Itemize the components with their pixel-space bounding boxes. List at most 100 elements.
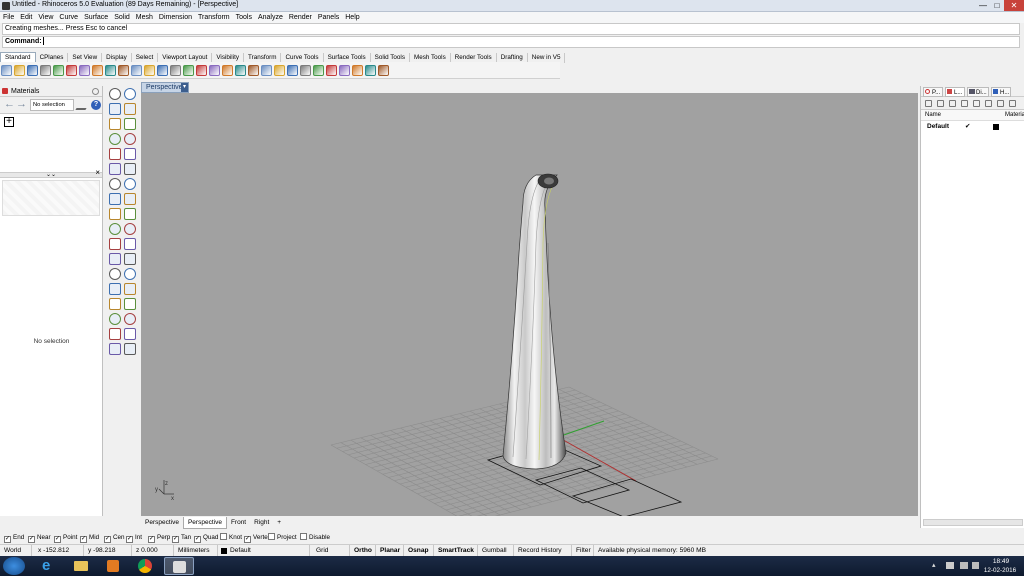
- clock-time[interactable]: 18:49: [984, 558, 1018, 565]
- cplane-icon[interactable]: [209, 65, 220, 76]
- osnap-checkbox[interactable]: ✓: [148, 536, 155, 543]
- osnap-checkbox[interactable]: [300, 533, 307, 540]
- menu-analyze[interactable]: Analyze: [255, 12, 286, 23]
- menu-dimension[interactable]: Dimension: [156, 12, 195, 23]
- zoom-extents-icon[interactable]: [170, 65, 181, 76]
- sphere-icon[interactable]: [124, 178, 136, 190]
- materials-list[interactable]: +: [0, 114, 102, 172]
- osnap-checkbox[interactable]: ✓: [4, 536, 11, 543]
- menu-tools[interactable]: Tools: [233, 12, 255, 23]
- move-icon[interactable]: [109, 253, 121, 265]
- close-preview-icon[interactable]: ×: [95, 169, 100, 177]
- layer-name[interactable]: Default: [927, 121, 949, 132]
- ie-browser-icon[interactable]: e: [36, 557, 62, 575]
- layer-row[interactable]: Default ✔: [921, 121, 1024, 132]
- move-up-icon[interactable]: [961, 100, 968, 107]
- close-button[interactable]: ✕: [1004, 0, 1024, 11]
- sphere-render-icon[interactable]: [326, 65, 337, 76]
- join-icon[interactable]: [109, 223, 121, 235]
- block-icon[interactable]: [124, 313, 136, 325]
- trim-icon[interactable]: [124, 223, 136, 235]
- current-layer-check-icon[interactable]: ✔: [965, 121, 970, 132]
- rotate-obj-icon[interactable]: [109, 268, 121, 280]
- paste-icon[interactable]: [92, 65, 103, 76]
- cylinder-icon[interactable]: [109, 193, 121, 205]
- extrude-icon[interactable]: [124, 163, 136, 175]
- osnap-checkbox[interactable]: ✓: [172, 536, 179, 543]
- osnap-checkbox[interactable]: [220, 533, 227, 540]
- dimension-icon[interactable]: [124, 298, 136, 310]
- twisted-stem-object[interactable]: [502, 174, 567, 470]
- material-selection-field[interactable]: No selection: [30, 99, 74, 111]
- ellipse-icon[interactable]: [124, 118, 136, 130]
- osnap-checkbox[interactable]: ✓: [244, 536, 251, 543]
- osnap-perp[interactable]: ✓ Perp: [148, 533, 170, 543]
- boolean-icon[interactable]: [124, 193, 136, 205]
- set-view-icon[interactable]: [222, 65, 233, 76]
- menu-mesh[interactable]: Mesh: [133, 12, 156, 23]
- new-layer-icon[interactable]: [925, 100, 932, 107]
- import-icon[interactable]: [53, 65, 64, 76]
- move-parent-icon[interactable]: [985, 100, 992, 107]
- osnap-knot[interactable]: Knot: [220, 533, 242, 542]
- rectangle-icon[interactable]: [124, 133, 136, 145]
- check-icon[interactable]: [124, 328, 136, 340]
- viewport-tab-front[interactable]: Front: [227, 517, 250, 528]
- osnap-quad[interactable]: ✓ Quad: [194, 533, 218, 543]
- environment-icon[interactable]: [313, 65, 324, 76]
- fillet-icon[interactable]: [124, 148, 136, 160]
- command-line[interactable]: Command:: [2, 36, 1020, 48]
- menu-curve[interactable]: Curve: [56, 12, 81, 23]
- osnap-disable[interactable]: Disable: [300, 533, 330, 542]
- options-icon[interactable]: [339, 65, 350, 76]
- settings-wrench-icon[interactable]: [75, 101, 91, 110]
- osnap-icon[interactable]: [365, 65, 376, 76]
- osnap-point[interactable]: ✓ Point: [54, 533, 77, 543]
- osnap-checkbox[interactable]: ✓: [28, 536, 35, 543]
- split-icon[interactable]: [109, 238, 121, 250]
- materials-tab[interactable]: Materials: [11, 88, 39, 95]
- new-sublayer-icon[interactable]: [937, 100, 944, 107]
- column-name[interactable]: Name: [925, 110, 941, 121]
- osnap-mid[interactable]: ✓ Mid: [80, 533, 99, 543]
- analyze-icon[interactable]: [109, 328, 121, 340]
- osnap-checkbox[interactable]: ✓: [194, 536, 201, 543]
- perspective-viewport[interactable]: z x y: [141, 93, 918, 524]
- layers-horizontal-scrollbar[interactable]: [923, 519, 1023, 526]
- osnap-tan[interactable]: ✓ Tan: [172, 533, 191, 543]
- circle-icon[interactable]: [109, 118, 121, 130]
- osnap-checkbox[interactable]: ✓: [80, 536, 87, 543]
- viewport-tab-perspective[interactable]: Perspective: [141, 517, 183, 528]
- tray-flag-icon[interactable]: [946, 562, 954, 569]
- viewport-tab-right[interactable]: Right: [250, 517, 273, 528]
- tools-icon[interactable]: [1009, 100, 1016, 107]
- file-explorer-icon[interactable]: [68, 557, 94, 575]
- osnap-checkbox[interactable]: ✓: [54, 536, 61, 543]
- chrome-browser-icon[interactable]: [132, 557, 158, 575]
- arc-icon[interactable]: [109, 133, 121, 145]
- forward-arrow-icon[interactable]: →: [16, 98, 27, 110]
- scale-icon[interactable]: [124, 268, 136, 280]
- point-icon[interactable]: [124, 88, 136, 100]
- osnap-checkbox[interactable]: [268, 533, 275, 540]
- osnap-end[interactable]: ✓ End: [4, 533, 24, 543]
- surface-icon[interactable]: [109, 163, 121, 175]
- pan-icon[interactable]: [118, 65, 129, 76]
- copy-icon[interactable]: [79, 65, 90, 76]
- menu-file[interactable]: File: [0, 12, 17, 23]
- curve-icon[interactable]: [124, 103, 136, 115]
- menu-surface[interactable]: Surface: [81, 12, 111, 23]
- media-player-icon[interactable]: [100, 557, 126, 575]
- menu-transform[interactable]: Transform: [195, 12, 233, 23]
- rhino-taskbar-button[interactable]: [164, 557, 194, 575]
- mesh-icon[interactable]: [109, 208, 121, 220]
- zoom-window-icon[interactable]: [157, 65, 168, 76]
- save-icon[interactable]: [27, 65, 38, 76]
- viewport-tab-perspective-active[interactable]: Perspective: [182, 517, 227, 529]
- add-material-button[interactable]: +: [4, 117, 14, 127]
- help-icon[interactable]: ?: [91, 100, 101, 110]
- start-button-icon[interactable]: [3, 557, 25, 575]
- viewport-title-tab[interactable]: Perspective ▾: [141, 82, 189, 93]
- copy-obj-icon[interactable]: [124, 253, 136, 265]
- osnap-cen[interactable]: ✓ Cen: [104, 533, 125, 543]
